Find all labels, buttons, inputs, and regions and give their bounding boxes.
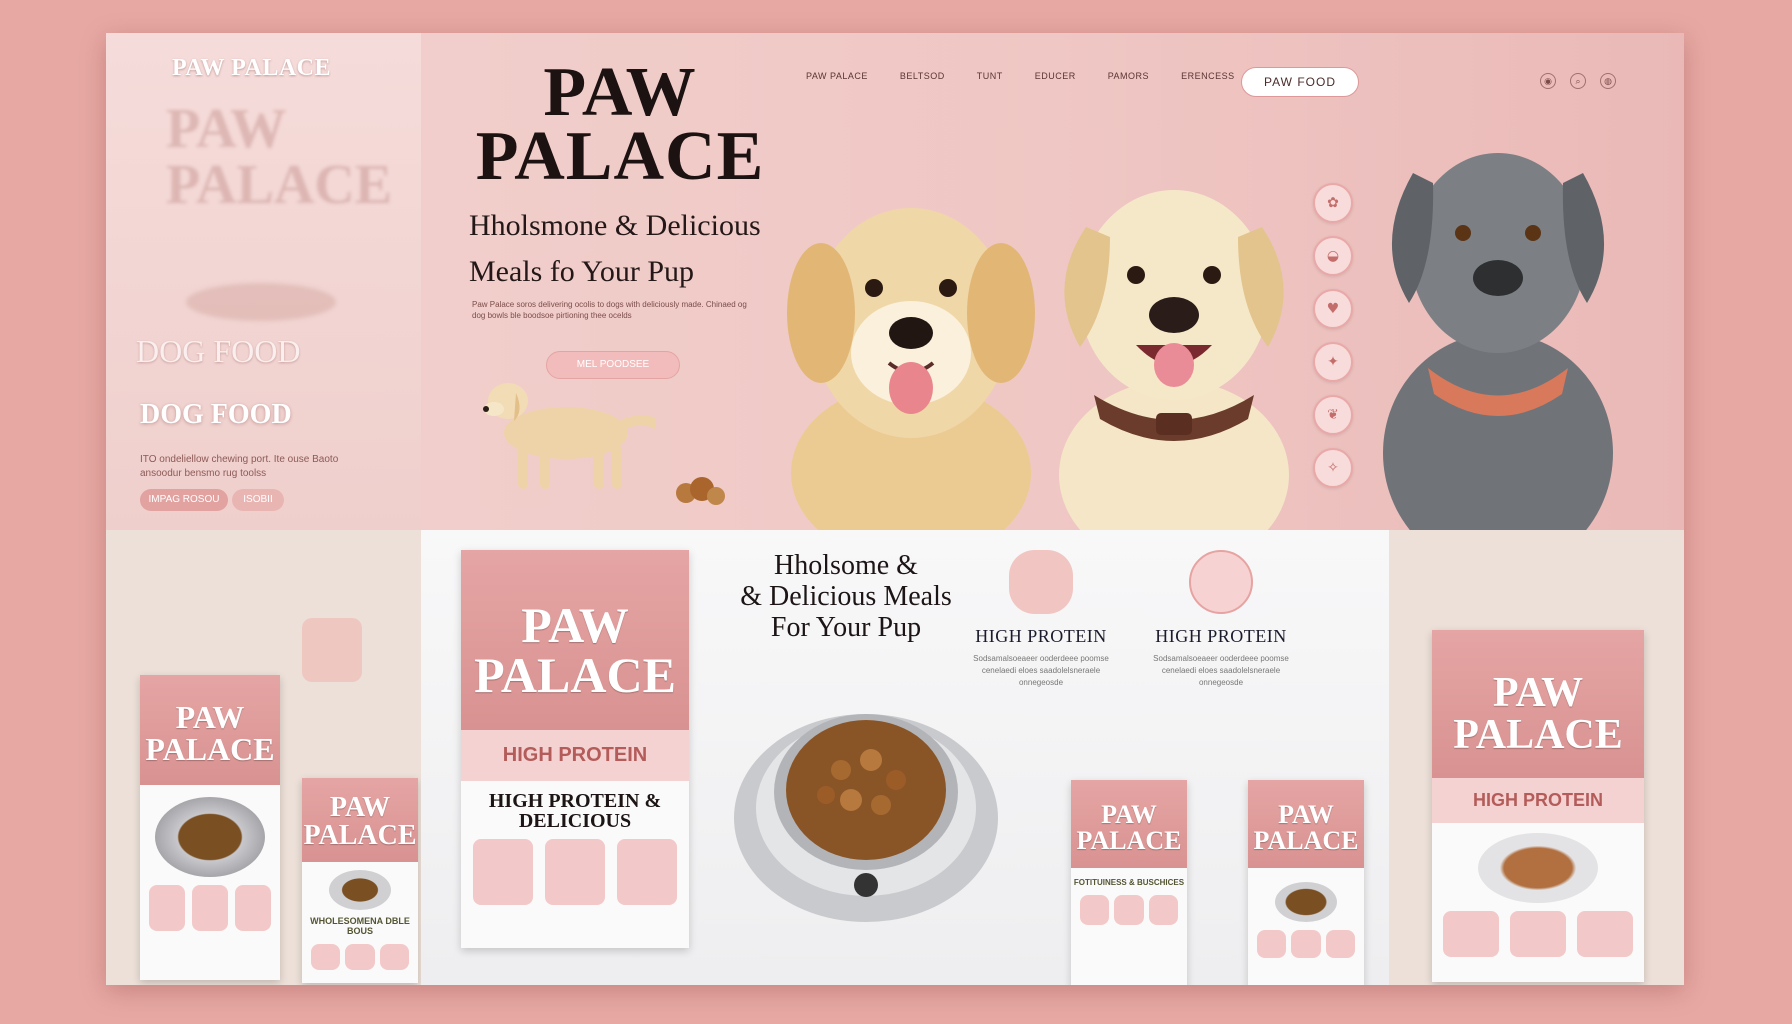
treat-bag-icon	[302, 618, 362, 682]
left-secondary-button[interactable]: ISOBII	[232, 489, 284, 511]
bag-text: FOTITUINESS & BUSCHICES	[1073, 878, 1185, 887]
feature-heading: HIGH PROTEIN	[975, 626, 1107, 646]
bag-brand-line-1: PAW	[1492, 670, 1584, 716]
kibble-pile-icon	[676, 477, 725, 505]
feature-icon-column: ✿ ◒ ♥ ✦ ❦ ✧	[1313, 183, 1353, 488]
bone-icon[interactable]: ✦	[1313, 342, 1353, 382]
kibble-bowl-image	[155, 797, 265, 877]
bag-brand-line-2: PALACE	[1253, 826, 1359, 855]
products-section: PAW PALACE PAW PALACE WHOLESOMENA DBLE B…	[106, 530, 1684, 985]
brand-logo[interactable]: PAW PALACE	[172, 55, 331, 82]
treat-icon	[1009, 550, 1073, 614]
nav-item[interactable]: ERENCESS	[1181, 71, 1235, 81]
product-bag-right[interactable]: PAW PALACE HIGH PROTEIN	[1432, 630, 1644, 982]
center-title-line-2: & Delicious Meals	[740, 581, 952, 612]
dog-food-heading: DOG FOOD	[136, 333, 301, 369]
top-nav: PAW PALACE BELTSOD TUNT EDUCER PAMORS ER…	[806, 71, 1235, 81]
product-bag-mid-1[interactable]: PAW PALACE FOTITUINESS & BUSCHICES	[1071, 780, 1187, 985]
yellow-labrador-image	[1059, 190, 1289, 530]
dog-food-subheading: DOG FOOD	[140, 399, 292, 430]
feature-text: Sodsamalsoeaeer ooderdeee poomse cenelae…	[973, 654, 1109, 687]
bag-brand-line-1: PAW	[521, 597, 629, 653]
bag-brand-line-1: PAW	[1101, 800, 1157, 829]
bag-protein-band: HIGH PROTEIN	[461, 730, 689, 781]
nav-item[interactable]: BELTSOD	[900, 71, 945, 81]
nav-item[interactable]: EDUCER	[1035, 71, 1076, 81]
golden-retriever-image	[787, 208, 1035, 530]
nav-item[interactable]: PAW PALACE	[806, 71, 868, 81]
bag-features	[302, 936, 418, 978]
bag-brand-line-1: PAW	[175, 699, 245, 735]
feature-high-protein-2: HIGH PROTEIN Sodsamalsoeaeer ooderdeee p…	[1141, 550, 1301, 689]
bag-brand-line-1: PAW	[1278, 800, 1334, 829]
left-description: ITO ondeliellow chewing port. Ite ouse B…	[140, 454, 339, 479]
bag-brand-line-2: PALACE	[474, 647, 676, 703]
landing-page: PAW PALACE PAW PALACE DOG FOOD DOG FOOD …	[106, 33, 1684, 985]
search-icon[interactable]: ⌕	[1570, 73, 1586, 89]
cart-icon[interactable]: ◍	[1600, 73, 1616, 89]
hero-title-line-1: PAW	[543, 54, 697, 131]
hero-body-text: Paw Palace soros delivering ocolis to do…	[472, 300, 747, 320]
heart-icon[interactable]: ♥	[1313, 289, 1353, 329]
center-product-panel: PAW PALACE HIGH PROTEIN HIGH PROTEIN & D…	[421, 530, 1389, 985]
bag-features	[1432, 903, 1644, 965]
paw-icon[interactable]: ✿	[1313, 183, 1353, 223]
hero-title-line-2: PALACE	[475, 118, 765, 195]
ghost-logo: PAW PALACE	[166, 98, 393, 216]
nav-item[interactable]: PAMORS	[1108, 71, 1149, 81]
star-icon[interactable]: ✧	[1313, 448, 1353, 488]
bag-features	[1248, 922, 1364, 966]
center-title-line-1: Hholsome &	[774, 550, 918, 581]
walking-dog-image	[483, 383, 656, 489]
bag-tagline: HIGH PROTEIN & DELICIOUS	[488, 790, 662, 832]
center-title-line-3: For Your Pup	[770, 612, 922, 643]
bag-brand-line-2: PALACE	[303, 820, 417, 851]
left-brand-panel: PAW PALACE PAW PALACE DOG FOOD DOG FOOD …	[106, 33, 421, 530]
user-icon[interactable]: ◉	[1540, 73, 1556, 89]
bag-features	[461, 831, 689, 913]
nav-icons: ◉ ⌕ ◍	[1540, 73, 1616, 89]
feature-heading: HIGH PROTEIN	[1155, 626, 1287, 646]
gray-labrador-image	[1383, 153, 1613, 530]
hero-section: PAW PALACE PAW PALACE DOG FOOD DOG FOOD …	[106, 33, 1684, 530]
left-primary-button[interactable]: IMPAG ROSOU	[140, 489, 228, 511]
bowl-icon[interactable]: ◒	[1313, 236, 1353, 276]
product-bag-left[interactable]: PAW PALACE	[140, 675, 280, 980]
product-bag-main[interactable]: PAW PALACE HIGH PROTEIN HIGH PROTEIN & D…	[461, 550, 689, 948]
center-title: Hholsome & & Delicious Meals For Your Pu…	[721, 550, 971, 643]
bowl-icon	[186, 283, 336, 321]
bag-brand-line-1: PAW	[329, 792, 391, 823]
bag-features	[140, 877, 280, 939]
leaf-icon[interactable]: ❦	[1313, 395, 1353, 435]
shop-food-button[interactable]: PAW FOOD	[1241, 67, 1359, 97]
meal-plate-image	[1478, 833, 1598, 903]
bag-brand-line-2: PALACE	[145, 731, 275, 767]
bag-brand-line-2: PALACE	[1076, 826, 1182, 855]
feature-high-protein-1: HIGH PROTEIN Sodsamalsoeaeer ooderdeee p…	[961, 550, 1121, 689]
product-bag-mid-2[interactable]: PAW PALACE	[1248, 780, 1364, 985]
product-bag-small[interactable]: PAW PALACE WHOLESOMENA DBLE BOUS	[302, 778, 418, 983]
bag-text: WHOLESOMENA DBLE BOUS	[310, 916, 410, 936]
kibble-bowl-image	[329, 870, 391, 910]
nav-item[interactable]: TUNT	[977, 71, 1003, 81]
puppy-icon	[1189, 550, 1253, 614]
feature-text: Sodsamalsoeaeer ooderdeee poomse cenelae…	[1153, 654, 1289, 687]
kibble-bowl-image	[1275, 882, 1337, 922]
dog-bowl-image	[734, 714, 998, 922]
bag-brand-line-2: PALACE	[1453, 712, 1623, 758]
hero-title: PAW PALACE	[460, 54, 780, 195]
bag-features	[1071, 887, 1187, 933]
bag-protein-band: HIGH PROTEIN	[1432, 778, 1644, 823]
